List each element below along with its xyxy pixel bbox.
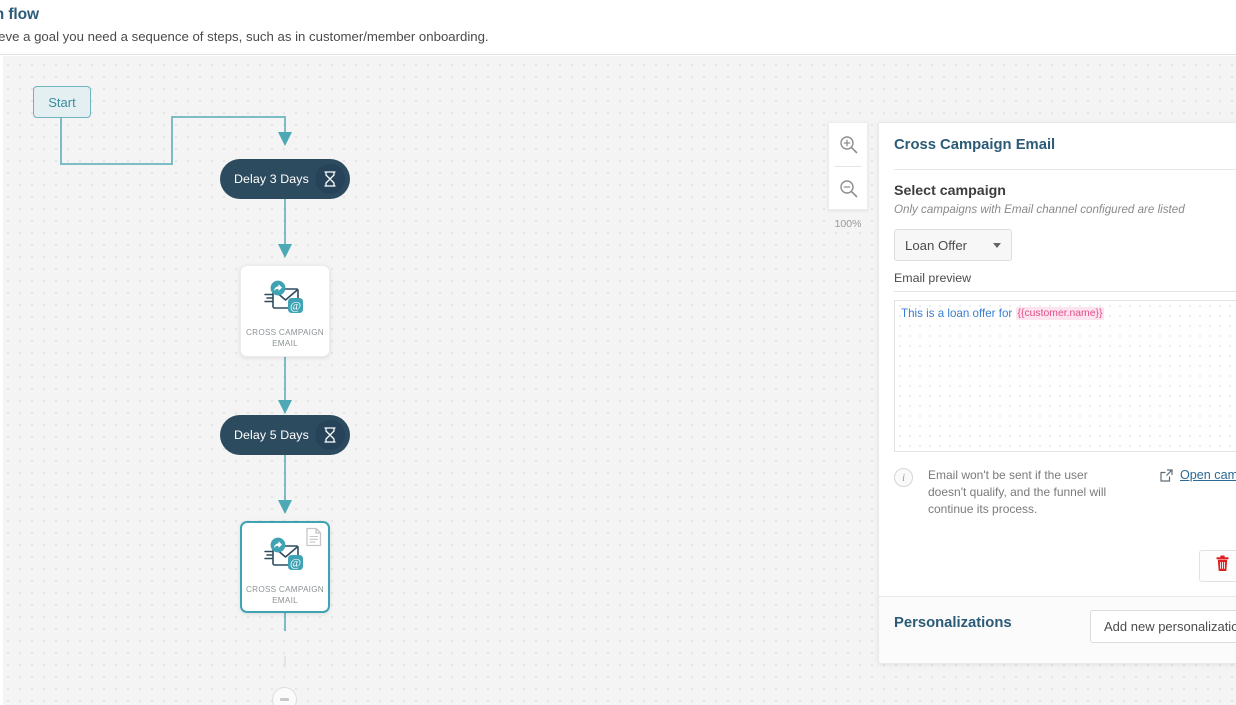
- email-preview-divider: [894, 291, 1236, 292]
- chevron-down-icon: [993, 242, 1001, 248]
- zoom-in-icon[interactable]: [829, 123, 867, 166]
- email-preview-label: Email preview: [894, 271, 972, 285]
- email-preview-text: This is a loan offer for: [901, 307, 1013, 320]
- flow-connectors: [60, 116, 292, 667]
- external-link-icon: [1160, 468, 1173, 482]
- flow-node-delay-5-days[interactable]: Delay 5 Days: [220, 415, 350, 455]
- email-preview-box[interactable]: This is a loan offer for {{customer.name…: [894, 300, 1236, 452]
- zoom-level-label: 100%: [834, 218, 862, 230]
- start-node-label: Start: [48, 94, 76, 110]
- info-text: Email won't be sent if the user doesn't …: [928, 468, 1107, 517]
- svg-text:@: @: [290, 555, 301, 569]
- campaign-select[interactable]: Loan Offer: [894, 229, 1012, 261]
- trash-icon: [1215, 555, 1230, 577]
- campaign-select-value: Loan Offer: [905, 237, 968, 253]
- delete-node-button[interactable]: [1199, 550, 1236, 582]
- delay-node-label: Delay 3 Days: [234, 172, 309, 186]
- minus-bar: [280, 698, 289, 701]
- page-header: Campaign flow Use when to achieve a goal…: [0, 0, 1236, 55]
- campaign-flow-screen: Campaign flow Use when to achieve a goal…: [0, 0, 1236, 705]
- info-icon: i: [894, 468, 913, 487]
- node-config-panel: Cross Campaign Email Select campaign Onl…: [878, 122, 1236, 664]
- email-node-label: CROSS CAMPAIGN EMAIL: [246, 328, 324, 349]
- flow-node-cross-campaign-email-1[interactable]: @ CROSS CAMPAIGN EMAIL: [240, 265, 330, 357]
- open-campaign-link-label: Open campaign: [1180, 468, 1236, 482]
- select-campaign-label: Select campaign: [894, 183, 1006, 199]
- zoom-out-icon[interactable]: [829, 167, 867, 210]
- open-campaign-link[interactable]: Open campaign: [1160, 468, 1236, 482]
- page-subtitle: Use when to achieve a goal you need a se…: [0, 29, 489, 44]
- page-title: Campaign flow: [0, 6, 39, 23]
- email-node-label: CROSS CAMPAIGN EMAIL: [246, 585, 324, 606]
- flow-node-start[interactable]: Start: [33, 86, 91, 118]
- panel-divider: [894, 169, 1236, 170]
- panel-title: Cross Campaign Email: [894, 137, 1056, 153]
- email-preview-line: This is a loan offer for {{customer.name…: [901, 307, 1105, 320]
- zoom-controls: [828, 122, 868, 210]
- hourglass-icon: [315, 164, 345, 194]
- flow-node-cross-campaign-email-2[interactable]: @ CROSS CAMPAIGN EMAIL: [240, 521, 330, 613]
- minus-circle-icon[interactable]: [272, 687, 297, 705]
- cross-campaign-email-icon: @: [262, 279, 308, 319]
- hourglass-icon: [315, 420, 345, 450]
- flow-node-delay-3-days[interactable]: Delay 3 Days: [220, 159, 350, 199]
- svg-text:@: @: [290, 298, 301, 312]
- personalizations-title: Personalizations: [894, 615, 1012, 631]
- select-campaign-hint: Only campaigns with Email channel config…: [894, 203, 1185, 216]
- add-personalization-button[interactable]: Add new personalization: [1090, 610, 1236, 643]
- flow-canvas[interactable]: Start Delay 3 Days @ CROSS CAMPAIGN EMAI…: [0, 56, 1236, 705]
- delay-node-label: Delay 5 Days: [234, 428, 309, 442]
- add-personalization-label: Add new personalization: [1104, 619, 1236, 634]
- personalization-token: {{customer.name}}: [1015, 307, 1105, 320]
- cross-campaign-email-icon: @: [262, 536, 308, 576]
